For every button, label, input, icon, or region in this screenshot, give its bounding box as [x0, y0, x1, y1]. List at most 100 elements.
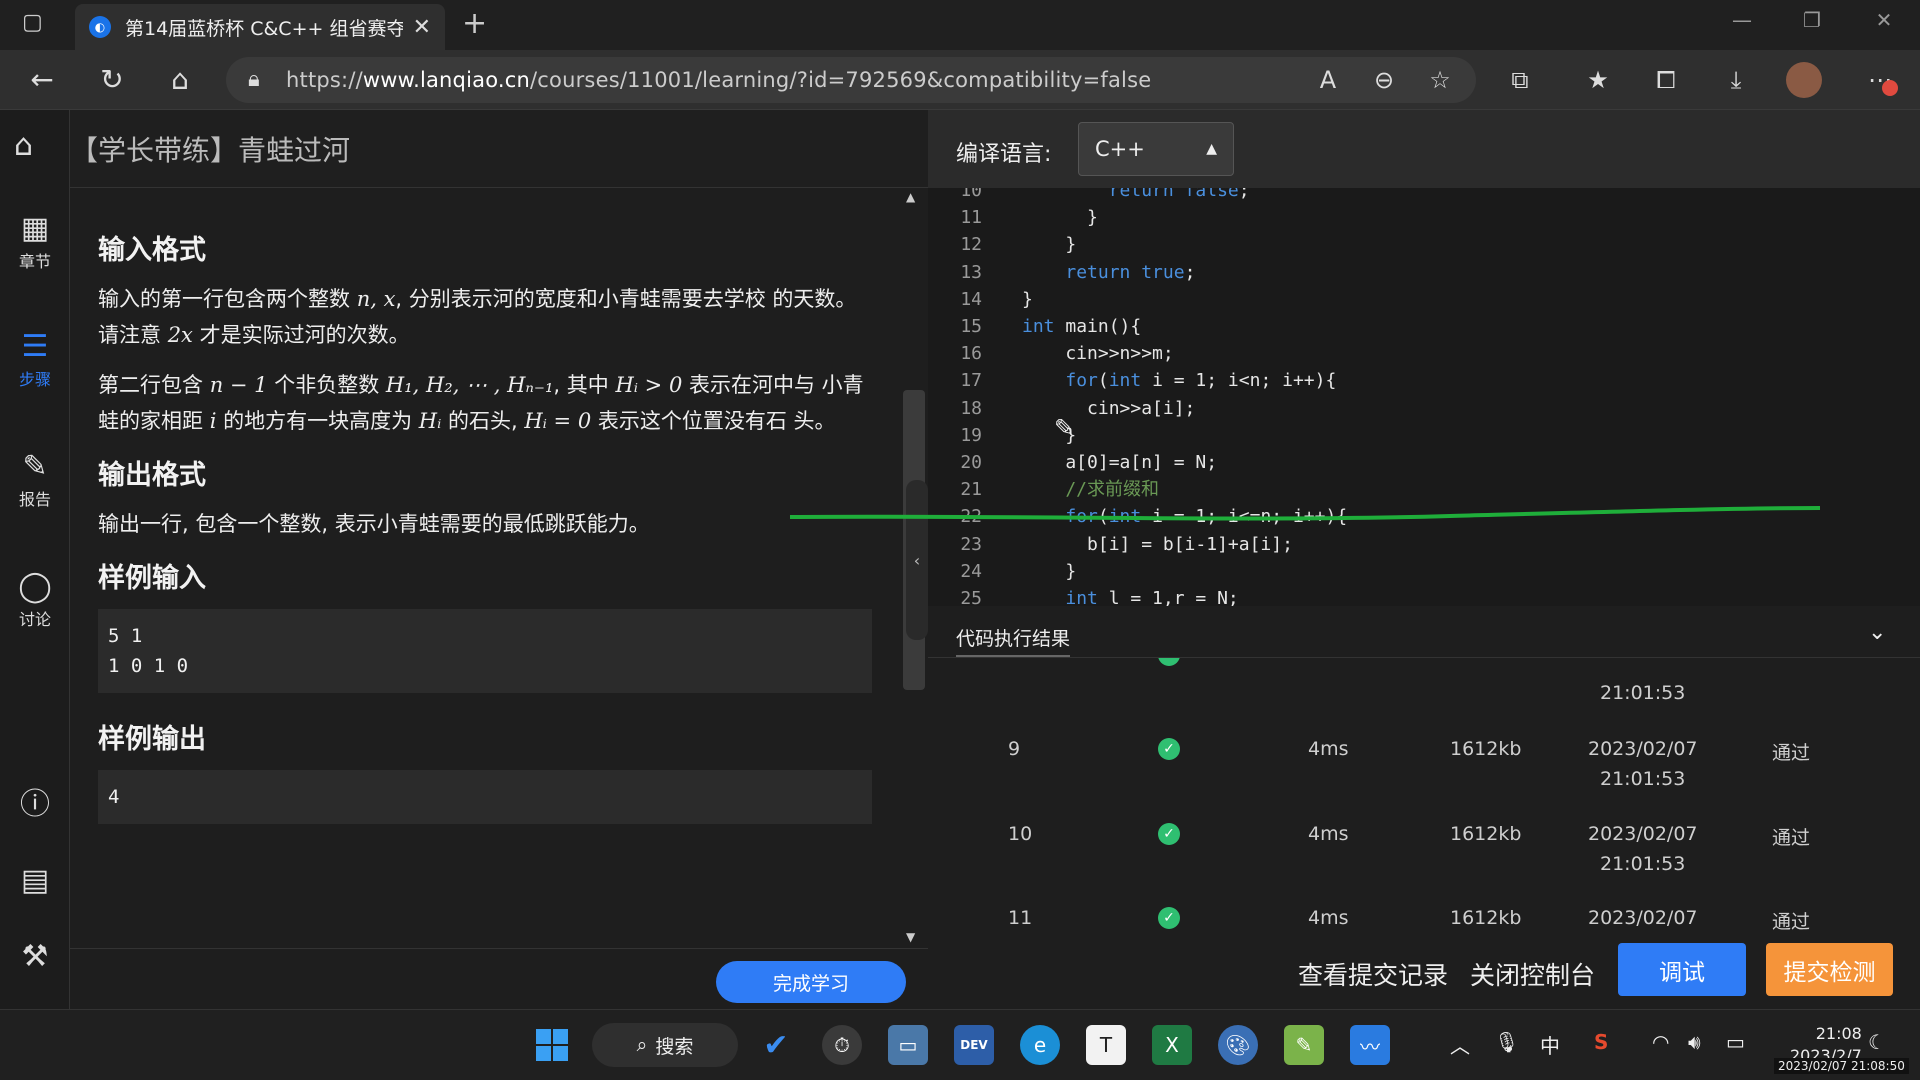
code-line[interactable]: 14} — [928, 286, 1920, 313]
line-number: 16 — [960, 343, 982, 365]
sidebar-item-steps[interactable]: ☰ 步骤 — [0, 330, 70, 390]
tray-overflow-icon[interactable]: ︿ — [1450, 1030, 1470, 1059]
focus-moon-icon[interactable]: ☾ — [1868, 1030, 1886, 1054]
tools-icon: ⚒ — [21, 939, 49, 974]
battery-icon[interactable]: ▭ — [1726, 1030, 1745, 1054]
code-line[interactable]: 12 } — [928, 231, 1920, 258]
result-tab[interactable]: 代码执行结果 — [956, 624, 1071, 657]
refresh-icon[interactable]: ↻ — [92, 64, 132, 96]
line-number: 22 — [960, 506, 982, 528]
close-console-link[interactable]: 关闭控制台 — [1470, 956, 1595, 992]
volume-icon[interactable]: 🔊︎ — [1688, 1030, 1701, 1054]
collections-icon[interactable]: ⧠ — [1646, 64, 1686, 96]
url-text[interactable]: https://www.lanqiao.cn/courses/11001/lea… — [286, 68, 1151, 92]
new-tab-icon[interactable]: + — [462, 6, 487, 41]
taskbar-search[interactable]: ⌕ 搜索 — [592, 1023, 738, 1067]
profile-avatar[interactable] — [1786, 62, 1822, 98]
code-line[interactable]: 24 } — [928, 558, 1920, 585]
code-line[interactable]: 18 cin>>a[i]; — [928, 395, 1920, 422]
dev-cpp-icon[interactable]: DEV — [954, 1025, 994, 1065]
window-close-icon[interactable]: ✕ — [1864, 8, 1904, 32]
code-line[interactable]: 22 for(int i = 1; i<=n; i++){ — [928, 503, 1920, 530]
tab-close-icon[interactable]: ✕ — [413, 15, 431, 40]
browser-tab-active[interactable]: ◐ 第14届蓝桥杯 C&C++ 组省赛夺 ✕ — [75, 4, 445, 50]
result-cell-clock: 21:01:53 — [1600, 768, 1686, 790]
sample-output-block: 4 — [98, 770, 872, 824]
course-home-icon[interactable]: ⌂ — [14, 128, 33, 163]
code-line[interactable]: 19 } — [928, 422, 1920, 449]
scroll-up-icon[interactable]: ▲ — [906, 190, 915, 204]
home-icon[interactable]: ⌂ — [160, 64, 200, 96]
lock-icon[interactable]: 🔒︎ — [248, 67, 260, 92]
submit-button[interactable]: 提交检测 — [1766, 943, 1893, 996]
result-cell-mem: 1612kb — [1450, 907, 1522, 929]
line-number: 24 — [960, 560, 982, 582]
result-cell-time: 4ms — [1308, 822, 1349, 845]
todo-app-icon[interactable]: ✔ — [756, 1025, 796, 1065]
start-button[interactable] — [532, 1025, 572, 1065]
result-header — [928, 606, 1920, 658]
help-button[interactable]: ⓘ — [0, 788, 70, 822]
code-line[interactable]: 16 cin>>n>>m; — [928, 340, 1920, 367]
code-line[interactable]: 23 b[i] = b[i-1]+a[i]; — [928, 531, 1920, 558]
code-token: b[i] = b[i-1]+a[i]; — [1022, 533, 1293, 555]
code-line[interactable]: 13 return true; — [928, 259, 1920, 286]
notepad-app-icon[interactable]: ✎ — [1284, 1025, 1324, 1065]
chevron-down-icon[interactable]: ⌄ — [1868, 620, 1886, 645]
excel-icon[interactable]: X — [1152, 1025, 1192, 1065]
line-number: 13 — [960, 261, 982, 283]
debug-button[interactable]: 调试 — [1618, 943, 1746, 996]
ime-indicator[interactable]: 中 — [1540, 1030, 1560, 1059]
downloads-icon[interactable]: ⤓ — [1716, 64, 1756, 96]
read-aloud-icon[interactable]: A — [1308, 64, 1348, 96]
zoom-icon[interactable]: ⊖ — [1364, 64, 1404, 96]
line-number: 17 — [960, 370, 982, 392]
favorites-icon[interactable]: ★ — [1578, 64, 1618, 96]
code-line[interactable]: 11 } — [928, 204, 1920, 231]
caret-up-icon: ▲ — [1206, 141, 1217, 157]
collapse-panel-handle[interactable]: ‹ — [906, 480, 928, 640]
code-line[interactable]: 21 //求前缀和 — [928, 476, 1920, 503]
notes-button[interactable]: ▤ — [0, 864, 70, 898]
clock-app-icon[interactable]: ⏱ — [822, 1025, 862, 1065]
code-line[interactable]: 17 for(int i = 1; i<n; i++){ — [928, 367, 1920, 394]
code-line[interactable]: 15 int main(){ — [928, 313, 1920, 340]
sidebar-item-chapters[interactable]: ▦ 章节 — [0, 212, 70, 272]
whiteboard-app-icon[interactable]: 〰 — [1350, 1025, 1390, 1065]
code-line[interactable]: 25 int l = 1,r = N; — [928, 585, 1920, 606]
paint-app-icon[interactable]: 🎨︎ — [1218, 1025, 1258, 1065]
add-favorite-icon[interactable]: ☆ — [1420, 64, 1460, 96]
typora-icon[interactable]: T — [1086, 1025, 1126, 1065]
extensions-icon[interactable]: ⧉ — [1500, 64, 1540, 96]
tab-title: 第14届蓝桥杯 C&C++ 组省赛夺 — [125, 17, 403, 40]
remote-desktop-icon[interactable]: ▭ — [888, 1025, 928, 1065]
tab-actions-icon[interactable]: ▢ — [22, 10, 43, 35]
code-token: } — [1022, 560, 1077, 582]
complete-learning-button[interactable]: 完成学习 — [716, 961, 906, 1003]
wifi-icon[interactable]: ◠ — [1652, 1030, 1669, 1054]
code-token: i = 1; i<n; i++){ — [1141, 370, 1337, 392]
code-token: ; — [1184, 261, 1196, 283]
url-bar[interactable]: 🔒︎ https://www.lanqiao.cn/courses/11001/… — [226, 57, 1476, 103]
sidebar-item-discuss[interactable]: ◯ 讨论 — [0, 570, 70, 630]
sogou-ime-icon[interactable]: S — [1594, 1030, 1608, 1054]
code-token: //求前缀和 — [1022, 479, 1160, 501]
line-number: 11 — [960, 207, 982, 229]
code-line[interactable]: 10 return false; — [928, 188, 1920, 204]
edge-browser-icon[interactable]: e — [1020, 1025, 1060, 1065]
minimize-icon[interactable]: — — [1722, 8, 1762, 32]
sidebar-item-report[interactable]: ✎ 报告 — [0, 450, 70, 510]
tools-button[interactable]: ⚒ — [0, 940, 70, 974]
view-submissions-link[interactable]: 查看提交记录 — [1298, 956, 1448, 992]
language-select[interactable]: C++ ▲ — [1078, 122, 1234, 176]
line-number: 25 — [960, 588, 982, 606]
language-value: C++ — [1095, 137, 1145, 161]
scroll-down-icon[interactable]: ▼ — [906, 930, 915, 944]
chapters-icon: ▦ — [20, 211, 50, 246]
back-icon[interactable]: ← — [22, 64, 62, 96]
microphone-icon[interactable]: 🎙︎ — [1494, 1030, 1519, 1054]
code-line[interactable]: 20 a[0]=a[n] = N; — [928, 449, 1920, 476]
maximize-icon[interactable]: ❐ — [1792, 8, 1832, 32]
code-editor[interactable]: 10 return false; 11 } 12 } 13 return true; 1… — [928, 188, 1920, 606]
